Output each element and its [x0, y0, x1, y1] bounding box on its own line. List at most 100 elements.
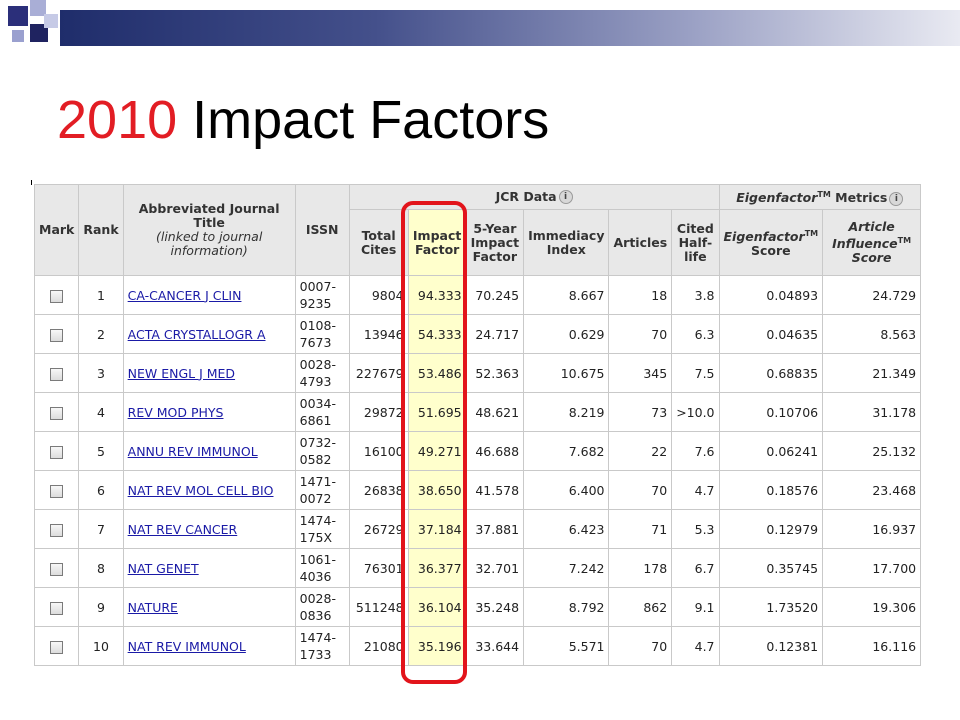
- mark-checkbox[interactable]: [50, 640, 64, 654]
- immediacy-cell: 6.423: [523, 509, 610, 549]
- journal-title-cell: REV MOD PHYS: [122, 392, 296, 432]
- header-mark: Mark: [33, 184, 80, 276]
- half-life-cell: 9.1: [671, 587, 720, 627]
- mark-checkbox[interactable]: [50, 406, 64, 420]
- title-year: 2010: [57, 90, 178, 150]
- mark-checkbox[interactable]: [50, 601, 64, 615]
- issn-cell: 1474- 1733: [294, 626, 350, 666]
- eigenfactor-score-cell: 0.35745: [718, 548, 824, 588]
- header-articles: Articles: [608, 209, 673, 276]
- issn-part: 4793: [299, 374, 332, 389]
- mark-cell: [33, 392, 80, 432]
- issn-part: 1474-: [299, 630, 336, 645]
- mark-cell: [33, 509, 80, 549]
- journal-title-cell: ANNU REV IMMUNOL: [122, 431, 296, 471]
- mark-checkbox[interactable]: [50, 328, 64, 342]
- mark-checkbox[interactable]: [50, 289, 64, 303]
- impact-factor-cell: 36.104: [407, 587, 467, 627]
- eigenfactor-score-cell: 0.04635: [718, 314, 824, 354]
- issn-part: 4036: [299, 569, 332, 584]
- rank-cell: 5: [78, 431, 124, 471]
- articles-cell: 862: [608, 587, 673, 627]
- journal-link[interactable]: NEW ENGL J MED: [128, 366, 235, 381]
- table-row: 10 NAT REV IMMUNOL 1474- 1733 21080 35.196 33.…: [33, 626, 922, 666]
- immediacy-cell: 8.219: [523, 392, 610, 432]
- articles-cell: 71: [608, 509, 673, 549]
- issn-cell: 0007- 9235: [294, 275, 350, 315]
- issn-cell: 1471- 0072: [294, 470, 350, 510]
- impact-factor-cell: 53.486: [407, 353, 467, 393]
- journal-link[interactable]: ANNU REV IMMUNOL: [128, 444, 258, 459]
- eigenfactor-score-cell: 0.12979: [718, 509, 824, 549]
- journal-link[interactable]: NATURE: [128, 600, 178, 615]
- journal-link[interactable]: CA-CANCER J CLIN: [128, 288, 242, 303]
- total-cites-cell: 13946: [348, 314, 409, 354]
- immediacy-cell: 10.675: [523, 353, 610, 393]
- issn-part: 1474-: [299, 513, 336, 528]
- eigenfactor-score-cell: 0.10706: [718, 392, 824, 432]
- rank-cell: 7: [78, 509, 124, 549]
- half-life-cell: 4.7: [671, 626, 720, 666]
- journal-link[interactable]: NAT REV IMMUNOL: [128, 639, 246, 654]
- issn-part: 0028-: [299, 591, 336, 606]
- issn-part: 0732-: [299, 435, 336, 450]
- journal-title-cell: NEW ENGL J MED: [122, 353, 296, 393]
- issn-part: 1733: [299, 647, 332, 662]
- header-journal-title-main: Abbreviated Journal Title: [138, 201, 280, 230]
- table-row: 5 ANNU REV IMMUNOL 0732- 0582 16100 49.271 46.…: [33, 431, 922, 471]
- eigenfactor-score-cell: 0.68835: [718, 353, 824, 393]
- header-five-year-impact: 5-Year Impact Factor: [465, 209, 525, 276]
- mark-checkbox[interactable]: [50, 445, 64, 459]
- impact-factor-cell: 49.271: [407, 431, 467, 471]
- total-cites-cell: 26838: [348, 470, 409, 510]
- header-eigenfactor-metrics: EigenfactorTM Metrics i: [718, 183, 922, 211]
- eigenfactor-score-cell: 0.06241: [718, 431, 824, 471]
- journal-link[interactable]: ACTA CRYSTALLOGR A: [128, 327, 266, 342]
- half-life-cell: 3.8: [671, 275, 720, 315]
- info-icon[interactable]: i: [558, 190, 573, 205]
- rank-cell: 9: [78, 587, 124, 627]
- mark-checkbox[interactable]: [50, 367, 64, 381]
- rank-cell: 6: [78, 470, 124, 510]
- five-year-cell: 32.701: [465, 548, 525, 588]
- journal-link[interactable]: NAT REV MOL CELL BIO: [128, 483, 274, 498]
- total-cites-cell: 29872: [348, 392, 409, 432]
- journal-title-cell: NAT REV IMMUNOL: [122, 626, 296, 666]
- mark-cell: [33, 353, 80, 393]
- issn-part: 1061-: [299, 552, 336, 567]
- header-cited-half-life: Cited Half-life: [671, 209, 720, 276]
- journal-title-cell: NAT REV MOL CELL BIO: [122, 470, 296, 510]
- header-influence-post: Score: [851, 250, 892, 266]
- article-influence-cell: 16.937: [822, 509, 922, 549]
- half-life-cell: 6.3: [671, 314, 720, 354]
- mark-cell: [33, 587, 80, 627]
- mark-checkbox[interactable]: [50, 562, 64, 576]
- journal-link[interactable]: REV MOD PHYS: [128, 405, 224, 420]
- mark-checkbox[interactable]: [50, 523, 64, 537]
- immediacy-cell: 5.571: [523, 626, 610, 666]
- mark-checkbox[interactable]: [50, 484, 64, 498]
- five-year-cell: 37.881: [465, 509, 525, 549]
- issn-part: 7673: [299, 335, 332, 350]
- five-year-cell: 41.578: [465, 470, 525, 510]
- articles-cell: 70: [608, 626, 673, 666]
- articles-cell: 22: [608, 431, 673, 471]
- immediacy-cell: 7.682: [523, 431, 610, 471]
- mark-cell: [33, 548, 80, 588]
- rank-cell: 8: [78, 548, 124, 588]
- article-influence-cell: 8.563: [822, 314, 922, 354]
- issn-part: 1471-: [299, 474, 336, 489]
- journal-title-cell: ACTA CRYSTALLOGR A: [122, 314, 296, 354]
- issn-part: 0072: [299, 491, 332, 506]
- journal-link[interactable]: NAT GENET: [128, 561, 199, 576]
- rank-cell: 4: [78, 392, 124, 432]
- article-influence-cell: 17.700: [822, 548, 922, 588]
- table-row: 9 NATURE 0028- 0836 511248 36.104 35.248 8.792 8…: [33, 587, 922, 627]
- total-cites-cell: 16100: [348, 431, 409, 471]
- slide-title: 2010 Impact Factors: [57, 88, 549, 152]
- issn-part: 9235: [299, 296, 332, 311]
- journal-link[interactable]: NAT REV CANCER: [128, 522, 238, 537]
- five-year-cell: 70.245: [465, 275, 525, 315]
- info-icon[interactable]: i: [889, 191, 904, 206]
- total-cites-cell: 21080: [348, 626, 409, 666]
